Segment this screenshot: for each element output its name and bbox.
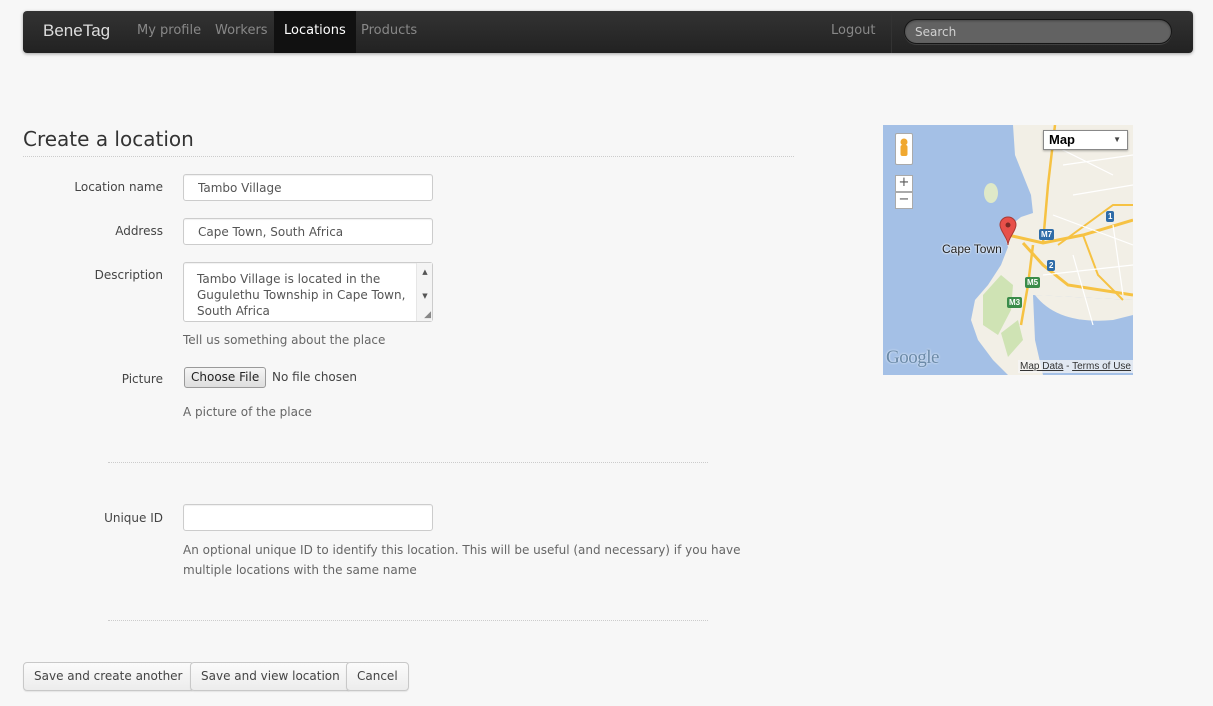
address-label: Address (115, 224, 163, 238)
map-marker-icon[interactable] (999, 216, 1017, 246)
unique-id-input[interactable] (183, 504, 433, 531)
zoom-in-button[interactable]: + (895, 175, 913, 192)
map-type-select[interactable]: Map ▼ (1043, 130, 1128, 150)
description-help: Tell us something about the place (183, 333, 386, 347)
save-and-view-location-button[interactable]: Save and view location (190, 662, 351, 691)
save-and-create-another-button[interactable]: Save and create another (23, 662, 194, 691)
choose-file-button[interactable]: Choose File (184, 367, 267, 388)
nav-my-profile[interactable]: My profile (127, 11, 211, 53)
map-city-label: Cape Town (942, 242, 1002, 256)
nav-products[interactable]: Products (351, 11, 427, 53)
scroll-down-icon[interactable]: ▼ (417, 289, 433, 303)
section-divider (108, 462, 708, 463)
google-logo: Google (886, 347, 939, 368)
route-shield: 2 (1047, 260, 1056, 271)
map-type-label: Map (1049, 132, 1075, 147)
brand-logo[interactable]: BeneTag (43, 11, 110, 53)
logout-link[interactable]: Logout (821, 11, 886, 53)
route-shield: 1 (1106, 211, 1115, 222)
route-shield: M7 (1039, 229, 1055, 240)
zoom-out-button[interactable]: − (895, 192, 913, 209)
unique-id-help-line1: An optional unique ID to identify this l… (183, 543, 741, 557)
terms-of-use-link[interactable]: Terms of Use (1072, 361, 1131, 372)
map-tiles (971, 125, 1133, 375)
map-footer: Map Data - Terms of Use (1018, 360, 1133, 373)
section-divider (108, 620, 708, 621)
resize-handle-icon[interactable]: ◢ (424, 311, 431, 320)
description-textarea[interactable]: Tambo Village is located in the Guguleth… (184, 263, 416, 321)
route-shield: M5 (1025, 277, 1041, 288)
cancel-button[interactable]: Cancel (346, 662, 409, 691)
unique-id-label: Unique ID (104, 511, 163, 525)
search-input[interactable] (904, 19, 1172, 44)
file-status-text: No file chosen (272, 370, 358, 384)
location-name-label: Location name (74, 180, 163, 194)
chevron-down-icon: ▼ (1113, 135, 1121, 144)
location-name-input[interactable] (183, 174, 433, 201)
route-shield: M3 (1007, 297, 1023, 308)
address-input[interactable] (183, 218, 433, 245)
description-scrollbar[interactable]: ▲ ▼ ◢ (416, 263, 432, 321)
map-data-link[interactable]: Map Data (1020, 361, 1063, 372)
unique-id-help-line2: multiple locations with the same name (183, 563, 417, 577)
nav-workers[interactable]: Workers (205, 11, 278, 53)
scroll-up-icon[interactable]: ▲ (417, 265, 433, 279)
nav-locations[interactable]: Locations (274, 11, 356, 53)
nav-divider (891, 11, 892, 53)
picture-help: A picture of the place (183, 405, 312, 419)
top-navbar: BeneTag My profile Workers Locations Pro… (23, 11, 1193, 53)
description-label: Description (94, 268, 163, 282)
description-field: Tambo Village is located in the Guguleth… (183, 262, 433, 322)
picture-label: Picture (121, 372, 163, 386)
location-map[interactable]: + − Map ▼ M7 2 1 M5 M3 Cape Town Google … (883, 125, 1133, 375)
page-title: Create a location (23, 127, 794, 157)
street-view-pegman-icon[interactable] (895, 133, 913, 165)
footer-separator: - (1063, 361, 1073, 372)
